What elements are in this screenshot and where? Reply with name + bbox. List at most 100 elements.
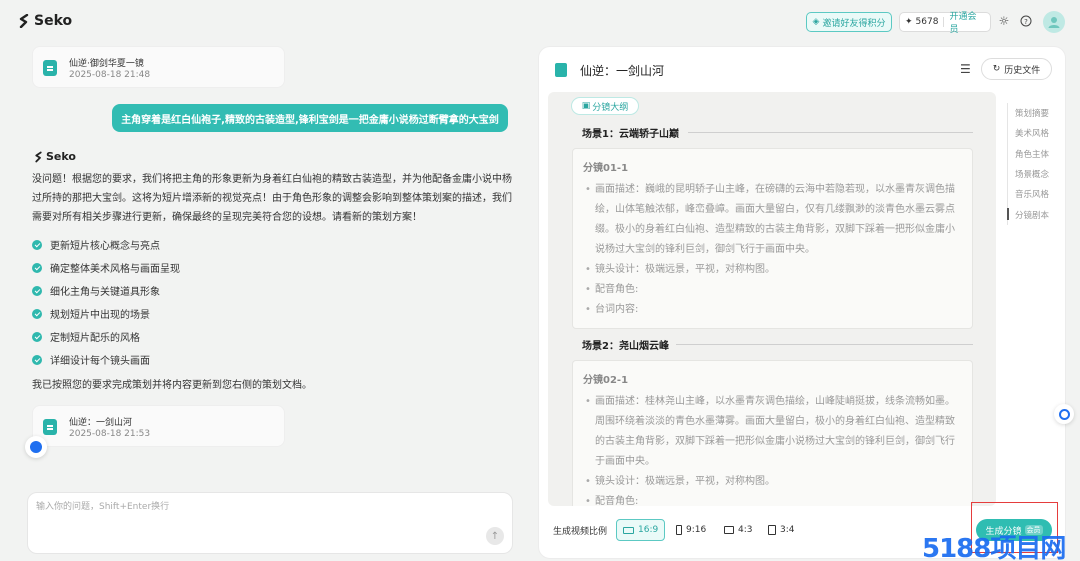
shot-card: 分镜01-1 画面描述：巍峨的昆明轿子山主峰，在磅礴的云海中若隐若现，以水墨青灰… (572, 148, 973, 329)
scene-title: 场景1：云端轿子山巅 (582, 129, 679, 140)
checklist-item: 更新短片核心概念与亮点 (32, 233, 180, 256)
toc-item[interactable]: 场景概念 (1008, 164, 1049, 184)
checklist-item: 细化主角与关键道具形象 (32, 279, 180, 302)
user-icon (1048, 17, 1060, 28)
shot-id: 分镜02-1 (583, 375, 629, 386)
file-date: 2025-08-18 21:48 (69, 70, 151, 80)
checklist-item-label: 详细设计每个镜头画面 (50, 356, 150, 367)
shot-detail-item: 配音角色: (583, 492, 964, 512)
history-icon: ↻ (992, 64, 1001, 74)
chat-input[interactable] (36, 499, 476, 515)
checklist-item-label: 定制短片配乐的风格 (50, 333, 140, 344)
document-icon (43, 419, 57, 435)
shot-detail-item: 画面描述：桂林尧山主峰，以水墨青灰调色描绘，山峰陡峭挺拔，线条流畅如墨。周围环绕… (583, 392, 964, 472)
theme-sun-icon[interactable]: ☼ (997, 14, 1011, 28)
assistant-icon (1058, 408, 1070, 420)
bot-paragraph: 没问题！根据您的要求，我们将把主角的形象更新为身着红白仙袍的精致古装造型，并为他… (32, 174, 512, 223)
shot-details: 画面描述：巍峨的昆明轿子山主峰，在磅礴的云海中若隐若现，以水墨青灰调色描绘，山体… (583, 180, 964, 320)
edit-doc-icon: ▣ (581, 101, 591, 111)
file-name: 仙逆·御剑华夏一镜 (69, 59, 144, 69)
storyboard-tag-label: 分镜大纲 (592, 102, 629, 113)
shot-detail-item: 台词内容: (583, 300, 964, 320)
check-circle-icon (32, 354, 42, 365)
assistant-float-button[interactable] (25, 436, 47, 458)
check-circle-icon (32, 262, 42, 273)
checklist-item-label: 细化主角与关键道具形象 (50, 287, 160, 298)
portrait-icon (676, 525, 682, 535)
assistant-icon (30, 441, 42, 453)
plan-checklist: 更新短片核心概念与亮点 确定整体美术风格与画面呈现 细化主角与关键道具形象 规划… (32, 233, 180, 371)
file-date: 2025-08-18 21:53 (69, 429, 151, 439)
assistant-float-button[interactable] (1054, 404, 1074, 424)
sparkle-icon: ✦ (905, 17, 913, 27)
file-card[interactable]: 仙逆·御剑华夏一镜 2025-08-18 21:48 (32, 46, 285, 88)
ratio-option-label: 9:16 (686, 525, 707, 535)
checklist-item-label: 更新短片核心概念与亮点 (50, 241, 160, 252)
shot-detail-item: 画面描述：巍峨的昆明轿子山主峰，在磅礴的云海中若隐若现，以水墨青灰调色描绘，山体… (583, 180, 964, 260)
ratio-option-label: 3:4 (780, 525, 795, 535)
invite-friends-button[interactable]: ◈ 邀请好友得积分 (806, 12, 892, 32)
storyboard-outline-tag[interactable]: ▣ 分镜大纲 (571, 97, 639, 115)
check-circle-icon (32, 239, 42, 250)
arrow-up-icon: ↑ (490, 530, 500, 542)
shot-card: 分镜02-1 画面描述：桂林尧山主峰，以水墨青灰调色描绘，山峰陡峭挺拔，线条流畅… (572, 360, 973, 512)
check-circle-icon (32, 331, 42, 342)
bot-name: Seko (34, 150, 76, 163)
document-icon (555, 63, 567, 77)
landscape-icon (623, 526, 634, 534)
logo-text: Seko (34, 13, 73, 29)
outline-list-icon[interactable]: ☰ (960, 62, 971, 76)
check-circle-icon (32, 308, 42, 319)
ratio-option-4-3[interactable]: 4:3 (718, 519, 758, 541)
toc-item[interactable]: 美术风格 (1008, 123, 1049, 143)
ratio-option-label: 16:9 (638, 525, 659, 535)
top-bar: Seko ◈ 邀请好友得积分 ✦ 5678 开通会员 ☼ ? (0, 0, 1080, 44)
credits-badge[interactable]: ✦ 5678 开通会员 (899, 9, 991, 35)
seko-logo-icon (35, 151, 42, 162)
checklist-item: 定制短片配乐的风格 (32, 325, 180, 348)
shot-id: 分镜01-1 (583, 163, 629, 174)
file-name: 仙逆：一剑山河 (69, 418, 133, 428)
portrait-icon (768, 525, 776, 535)
ratio-option-16-9[interactable]: 16:9 (616, 519, 666, 541)
scene-divider (676, 344, 973, 345)
toc-item[interactable]: 策划摘要 (1008, 103, 1049, 123)
invite-label: 邀请好友得积分 (822, 18, 886, 29)
vip-link[interactable]: 开通会员 (949, 9, 985, 35)
shot-detail-item: 配音角色: (583, 280, 964, 300)
credits-value: 5678 (915, 17, 939, 27)
checklist-item: 确定整体美术风格与画面呈现 (32, 256, 180, 279)
scene-title: 场景2：尧山烟云峰 (582, 341, 669, 352)
checklist-item: 规划短片中出现的场景 (32, 302, 180, 325)
document-toc: 策划摘要 美术风格 角色主体 场景概念 音乐风格 分镜剧本 (1006, 103, 1049, 225)
user-avatar[interactable] (1043, 11, 1065, 33)
gift-icon: ◈ (812, 17, 820, 27)
help-icon[interactable]: ? (1019, 14, 1033, 28)
ratio-option-3-4[interactable]: 3:4 (762, 519, 800, 541)
file-card[interactable]: 仙逆：一剑山河 2025-08-18 21:53 (32, 405, 285, 447)
shot-details: 画面描述：桂林尧山主峰，以水墨青灰调色描绘，山峰陡峭挺拔，线条流畅如墨。周围环绕… (583, 392, 964, 512)
ratio-option-9-16[interactable]: 9:16 (670, 519, 712, 541)
watermark: 5188项目网 (922, 534, 1066, 561)
checklist-item-label: 确定整体美术风格与画面呈现 (50, 264, 180, 275)
ratio-option-label: 4:3 (738, 525, 753, 535)
toc-item-active[interactable]: 分镜剧本 (1006, 204, 1049, 224)
ratio-label: 生成视频比例 (553, 527, 608, 537)
check-circle-icon (32, 285, 42, 296)
bot-name-text: Seko (46, 150, 76, 163)
seko-logo-icon (19, 14, 29, 28)
shot-detail-item: 镜头设计：极端远景，平视，对称构图。 (583, 260, 964, 280)
shot-detail-item: 镜头设计：极端远景，平视，对称构图。 (583, 472, 964, 492)
scene-divider (688, 132, 973, 133)
checklist-item-label: 规划短片中出现的场景 (50, 310, 150, 321)
toc-item[interactable]: 音乐风格 (1008, 184, 1049, 204)
history-files-button[interactable]: ↻ 历史文件 (981, 58, 1052, 80)
document-icon (43, 60, 57, 76)
send-button[interactable]: ↑ (486, 527, 504, 545)
landscape-icon (724, 526, 734, 534)
seko-logo[interactable]: Seko (18, 13, 72, 29)
checklist-item: 详细设计每个镜头画面 (32, 348, 180, 371)
user-message: 主角穿着是红白仙袍子,精致的古装造型,锋利宝剑是一把金庸小说杨过断臂拿的大宝剑 (112, 104, 508, 132)
svg-text:?: ? (1024, 18, 1028, 26)
toc-item[interactable]: 角色主体 (1008, 144, 1049, 164)
